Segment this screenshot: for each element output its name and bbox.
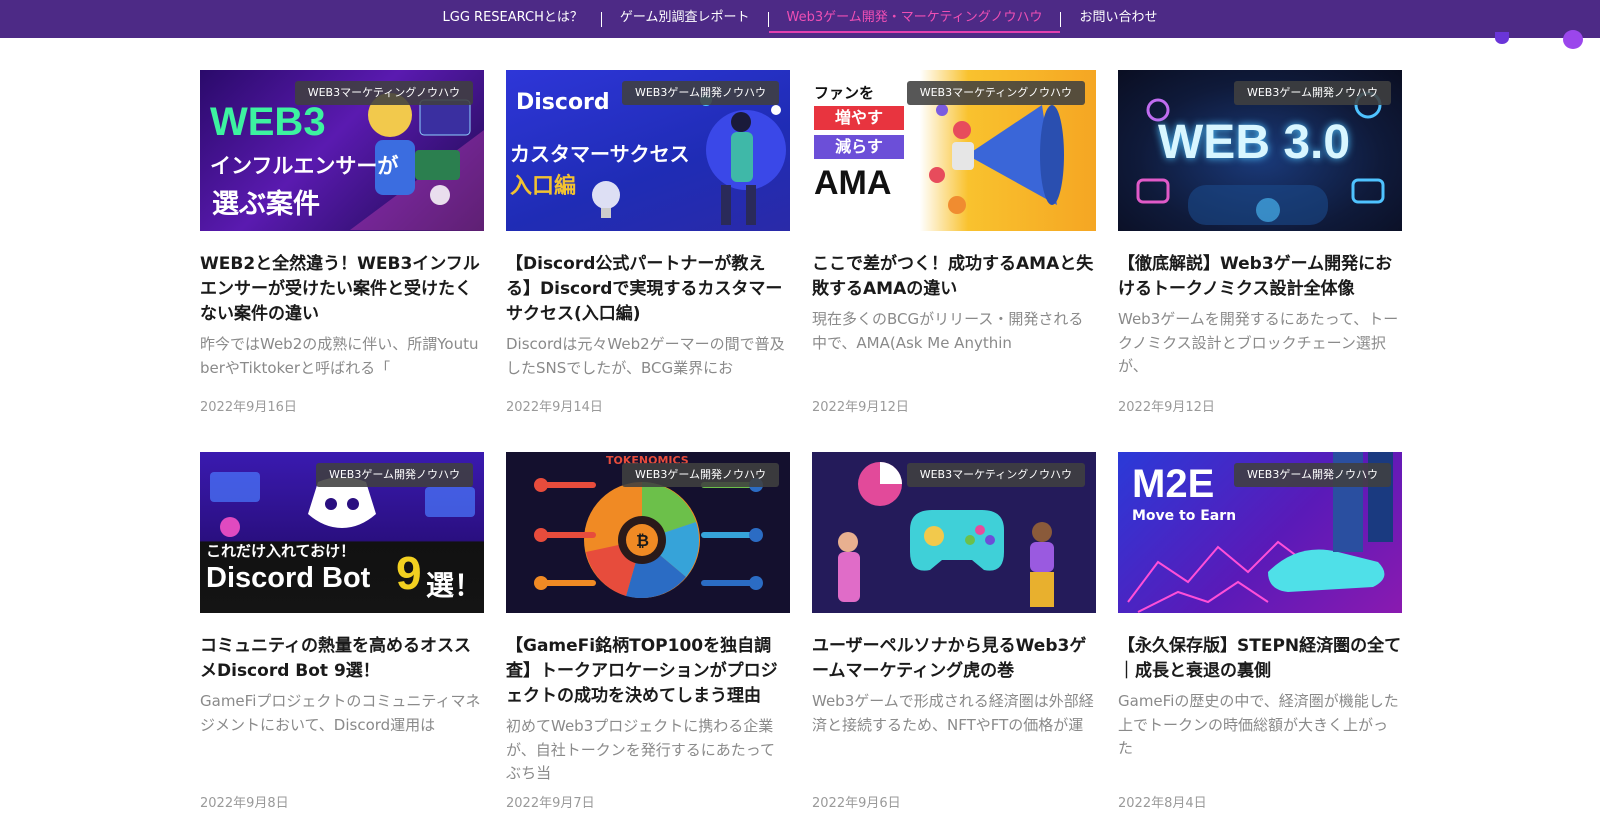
article-card[interactable]: WEB3 インフルエンサーが 選ぶ案件 WEB3マーケティングノウハウ WEB2… xyxy=(200,70,484,452)
article-date: 2022年9月12日 xyxy=(1118,400,1215,415)
article-date: 2022年9月7日 xyxy=(506,796,595,811)
article-thumbnail[interactable]: WEB3 インフルエンサーが 選ぶ案件 WEB3マーケティングノウハウ xyxy=(200,70,484,231)
category-badge[interactable]: WEB3マーケティングノウハウ xyxy=(906,463,1085,487)
article-title[interactable]: ユーザーペルソナから見るWeb3ゲームマーケティング虎の巻 xyxy=(812,634,1096,684)
article-title[interactable]: 【Discord公式パートナーが教える】Discordで実現するカスタマーサクセ… xyxy=(506,252,790,327)
thumbnail-headline: ファンを xyxy=(814,84,875,102)
article-excerpt: Discordは元々Web2ゲーマーの間で普及したSNSでしたが、BCG業界にお xyxy=(506,335,785,377)
article-excerpt: GameFiプロジェクトのコミュニティマネジメントにおいて、Discord運用は xyxy=(200,692,481,734)
article-thumbnail[interactable]: これだけ入れておけ！ Discord Bot 9 選！ WEB3ゲーム開発ノウハ… xyxy=(200,452,484,613)
article-thumbnail[interactable]: M2E Move to Earn WEB3ゲーム開発ノウハウ xyxy=(1118,452,1402,613)
category-badge[interactable]: WEB3マーケティングノウハウ xyxy=(906,81,1085,105)
article-title[interactable]: WEB2と全然違う！WEB3インフルエンサーが受けたい案件と受けたくない案件の違… xyxy=(200,252,484,327)
category-badge[interactable]: WEB3ゲーム開発ノウハウ xyxy=(1233,463,1391,487)
article-thumbnail[interactable]: WEB 3.0 WEB3ゲーム開発ノウハウ xyxy=(1118,70,1402,231)
thumbnail-headline: これだけ入れておけ！ xyxy=(206,542,356,560)
article-thumbnail[interactable]: Discord カスタマーサクセス 入口編 WEB3ゲーム開発ノウハウ xyxy=(506,70,790,231)
article-thumbnail[interactable]: ファンを 増やす 減らす AMA WEB3マーケティングノウハウ xyxy=(812,70,1096,231)
thumbnail-headline: WEB 3.0 xyxy=(1158,116,1351,169)
nav-item-about[interactable]: LGG RESEARCHとは？ xyxy=(425,0,601,38)
article-card[interactable]: これだけ入れておけ！ Discord Bot 9 選！ WEB3ゲーム開発ノウハ… xyxy=(200,452,484,822)
article-title[interactable]: 【永久保存版】STEPN経済圏の全て｜成長と衰退の裏側 xyxy=(1118,634,1402,684)
category-badge[interactable]: WEB3ゲーム開発ノウハウ xyxy=(621,81,779,105)
category-badge[interactable]: WEB3マーケティングノウハウ xyxy=(294,81,473,105)
top-navigation: LGG RESEARCHとは？ ゲーム別調査レポート Web3ゲーム開発・マーケ… xyxy=(0,0,1600,38)
thumbnail-headline: Discord xyxy=(516,90,610,115)
article-title[interactable]: 【徹底解説】Web3ゲーム開発におけるトークノミクス設計全体像 xyxy=(1118,252,1402,302)
article-card[interactable]: M2E Move to Earn WEB3ゲーム開発ノウハウ 【永久保存版】ST… xyxy=(1118,452,1402,822)
category-badge[interactable]: WEB3ゲーム開発ノウハウ xyxy=(621,463,779,487)
article-thumbnail[interactable]: WEB3マーケティングノウハウ xyxy=(812,452,1096,613)
article-excerpt: 昨今ではWeb2の成熟に伴い、所謂YoutuberやTiktokerと呼ばれる「 xyxy=(200,335,479,377)
article-thumbnail[interactable]: ₿ TOKENOMICS WEB3ゲーム開発ノウハウ xyxy=(506,452,790,613)
article-card[interactable]: WEB3マーケティングノウハウ ユーザーペルソナから見るWeb3ゲームマーケティ… xyxy=(812,452,1096,822)
article-card[interactable]: Discord カスタマーサクセス 入口編 WEB3ゲーム開発ノウハウ 【Dis… xyxy=(506,70,790,452)
thumbnail-headline: WEB3 xyxy=(210,100,326,144)
category-badge[interactable]: WEB3ゲーム開発ノウハウ xyxy=(315,463,473,487)
category-badge[interactable]: WEB3ゲーム開発ノウハウ xyxy=(1233,81,1391,105)
article-title[interactable]: コミュニティの熱量を高めるオススメDiscord Bot 9選！ xyxy=(200,634,484,684)
thumbnail-headline: 入口編 xyxy=(510,174,577,199)
article-date: 2022年9月6日 xyxy=(812,796,901,811)
thumbnail-headline: インフルエンサーが xyxy=(210,154,399,178)
thumbnail-headline: 9 xyxy=(396,547,422,599)
thumbnail-headline: AMA xyxy=(814,164,892,202)
nav-list: LGG RESEARCHとは？ ゲーム別調査レポート Web3ゲーム開発・マーケ… xyxy=(425,0,1176,38)
article-grid: WEB3 インフルエンサーが 選ぶ案件 WEB3マーケティングノウハウ WEB2… xyxy=(200,70,1402,822)
article-card[interactable]: ₿ TOKENOMICS WEB3ゲーム開発ノウハウ 【GameFi銘柄TOP1… xyxy=(506,452,790,822)
thumbnail-headline: カスタマーサクセス xyxy=(510,142,690,166)
article-date: 2022年9月14日 xyxy=(506,400,603,415)
article-excerpt: Web3ゲームで形成される経済圏は外部経済と接続するため、NFTやFTの価格が運 xyxy=(812,692,1094,734)
article-card[interactable]: ファンを 増やす 減らす AMA WEB3マーケティングノウハウ ここで差がつく… xyxy=(812,70,1096,452)
nav-item-contact[interactable]: お問い合わせ xyxy=(1061,0,1175,38)
decorative-dot xyxy=(1563,30,1583,49)
article-excerpt: 初めてWeb3プロジェクトに携わる企業が、自社トークンを発行するにあたってぶち当 xyxy=(506,717,775,782)
decorative-dot xyxy=(1495,32,1509,44)
article-title[interactable]: ここで差がつく！成功するAMAと失敗するAMAの違い xyxy=(812,252,1096,302)
article-date: 2022年8月4日 xyxy=(1118,796,1207,811)
article-excerpt: Web3ゲームを開発するにあたって、トークノミクス設計とブロックチェーン選択が、 xyxy=(1118,310,1399,375)
article-date: 2022年9月8日 xyxy=(200,796,289,811)
thumbnail-headline: 増やす xyxy=(814,106,904,130)
article-title[interactable]: 【GameFi銘柄TOP100を独自調査】トークアロケーションがプロジェクトの成… xyxy=(506,634,790,709)
nav-item-game-reports[interactable]: ゲーム別調査レポート xyxy=(602,0,768,38)
thumbnail-headline: M2E xyxy=(1132,462,1215,506)
nav-item-web3-knowhow[interactable]: Web3ゲーム開発・マーケティングノウハウ xyxy=(768,0,1061,38)
thumbnail-headline: Discord Bot xyxy=(206,562,371,594)
thumbnail-headline: 減らす xyxy=(814,135,904,159)
thumbnail-headline: Move to Earn xyxy=(1132,508,1237,524)
article-date: 2022年9月12日 xyxy=(812,400,909,415)
thumbnail-headline: 選！ xyxy=(426,569,483,602)
article-date: 2022年9月16日 xyxy=(200,400,297,415)
svg-text:₿: ₿ xyxy=(636,531,649,550)
thumbnail-headline: 選ぶ案件 xyxy=(212,189,320,220)
article-excerpt: GameFiの歴史の中で、経済圏が機能した上でトークンの時価総額が大きく上がった xyxy=(1118,692,1399,757)
article-card[interactable]: WEB 3.0 WEB3ゲーム開発ノウハウ 【徹底解説】Web3ゲーム開発におけ… xyxy=(1118,70,1402,452)
article-excerpt: 現在多くのBCGがリリース・開発される中で、AMA(Ask Me Anythin xyxy=(812,310,1084,352)
